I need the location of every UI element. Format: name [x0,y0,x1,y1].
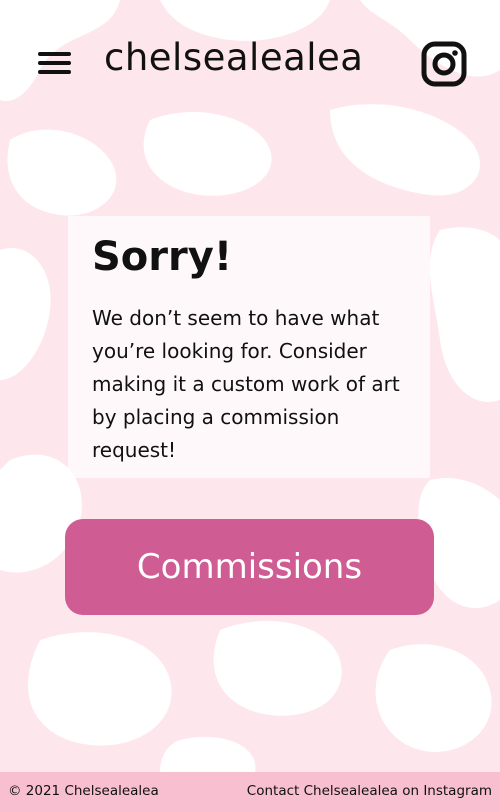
copyright-text: © 2021 Chelsealealea [8,783,159,799]
page-title: Sorry! [92,234,233,280]
contact-instagram-link[interactable]: Contact Chelsealealea on Instagram [247,783,492,799]
instagram-icon[interactable] [420,40,468,88]
site-header: chelsealealea [0,0,500,125]
hamburger-menu-icon[interactable] [36,48,76,78]
site-brand[interactable]: chelsealealea [104,36,404,79]
not-found-card: Sorry! We don’t seem to have what you’re… [68,216,430,478]
site-footer: © 2021 Chelsealealea Contact Chelsealeal… [0,772,500,812]
not-found-message: We don’t seem to have what you’re lookin… [92,306,400,462]
commissions-button[interactable]: Commissions [65,519,434,615]
